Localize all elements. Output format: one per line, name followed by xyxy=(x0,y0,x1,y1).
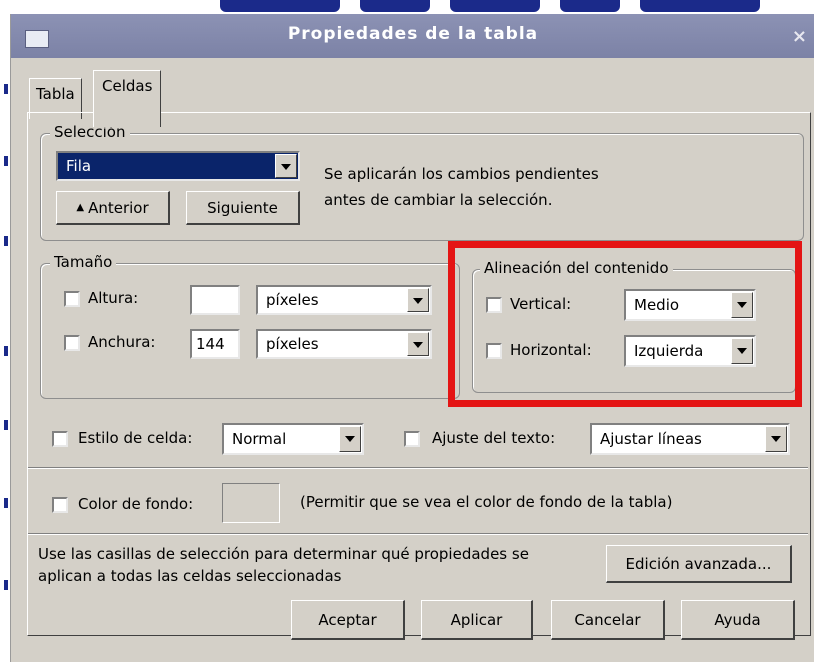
seleccion-info-line1: Se aplicarán los cambios pendientes xyxy=(324,165,599,183)
chevron-down-icon[interactable] xyxy=(407,288,429,312)
close-icon[interactable]: × xyxy=(792,26,807,47)
altura-label: Altura: xyxy=(88,289,139,307)
anchura-label: Anchura: xyxy=(88,333,156,351)
altura-input[interactable] xyxy=(190,285,240,315)
separator xyxy=(28,467,808,469)
background-mark xyxy=(4,84,8,94)
background-mark xyxy=(4,156,8,166)
highlight-frame xyxy=(448,241,802,407)
ajuste-value: Ajustar líneas xyxy=(600,430,702,448)
color-swatch-button[interactable] xyxy=(222,483,280,523)
cancelar-button[interactable]: Cancelar xyxy=(551,600,665,640)
anterior-button[interactable]: ▲ Anterior xyxy=(56,191,170,225)
color-note: (Permitir que se vea el color de fondo d… xyxy=(300,493,673,511)
table-properties-dialog: Propiedades de la tabla × Tabla Celdas S… xyxy=(10,14,814,662)
background-mark xyxy=(4,420,8,430)
anterior-label: Anterior xyxy=(88,198,149,217)
tamano-legend: Tamaño xyxy=(50,253,117,271)
arrow-up-icon: ▲ xyxy=(76,202,85,213)
siguiente-button[interactable]: Siguiente xyxy=(186,191,300,225)
ajuste-label: Ajuste del texto: xyxy=(432,429,556,447)
estilo-combo[interactable]: Normal xyxy=(222,423,364,455)
background-mark xyxy=(4,498,8,508)
seleccion-combo[interactable]: Fila xyxy=(56,151,300,181)
estilo-label: Estilo de celda: xyxy=(78,429,193,447)
color-label: Color de fondo: xyxy=(78,495,194,513)
celdas-tab-panel: Selección Fila ▲ Anterior Siguiente Se a… xyxy=(27,112,811,636)
estilo-checkbox[interactable] xyxy=(52,431,68,447)
ajuste-combo[interactable]: Ajustar líneas xyxy=(590,423,790,455)
estilo-value: Normal xyxy=(232,430,287,448)
ayuda-button[interactable]: Ayuda xyxy=(681,600,795,640)
anchura-input[interactable]: 144 xyxy=(190,329,240,359)
chevron-down-icon[interactable] xyxy=(339,426,361,452)
background-text-strip xyxy=(0,0,814,14)
info-line2: aplican a todas las celdas seleccionadas xyxy=(38,567,342,585)
ajuste-checkbox[interactable] xyxy=(404,431,420,447)
title-bar[interactable]: Propiedades de la tabla × xyxy=(11,14,814,58)
info-line1: Use las casillas de selección para deter… xyxy=(38,545,529,563)
tab-celdas[interactable]: Celdas xyxy=(93,70,162,127)
seleccion-info-line2: antes de cambiar la selección. xyxy=(324,191,553,209)
anchura-unit-combo[interactable]: píxeles xyxy=(256,329,432,359)
background-mark xyxy=(4,580,8,590)
color-checkbox[interactable] xyxy=(52,497,68,513)
chevron-down-icon[interactable] xyxy=(765,426,787,452)
background-mark xyxy=(4,346,8,356)
altura-checkbox[interactable] xyxy=(64,291,80,307)
seleccion-combo-value: Fila xyxy=(66,157,92,175)
altura-unit-value: píxeles xyxy=(266,291,319,309)
anchura-checkbox[interactable] xyxy=(64,335,80,351)
chevron-down-icon[interactable] xyxy=(275,154,297,178)
anchura-unit-value: píxeles xyxy=(266,335,319,353)
aceptar-button[interactable]: Aceptar xyxy=(291,600,405,640)
chevron-down-icon[interactable] xyxy=(407,332,429,356)
background-mark xyxy=(4,236,8,246)
edicion-avanzada-button[interactable]: Edición avanzada... xyxy=(606,545,792,583)
separator xyxy=(28,533,808,535)
window-title: Propiedades de la tabla xyxy=(287,24,539,44)
aplicar-button[interactable]: Aplicar xyxy=(421,600,533,640)
altura-unit-combo[interactable]: píxeles xyxy=(256,285,432,315)
